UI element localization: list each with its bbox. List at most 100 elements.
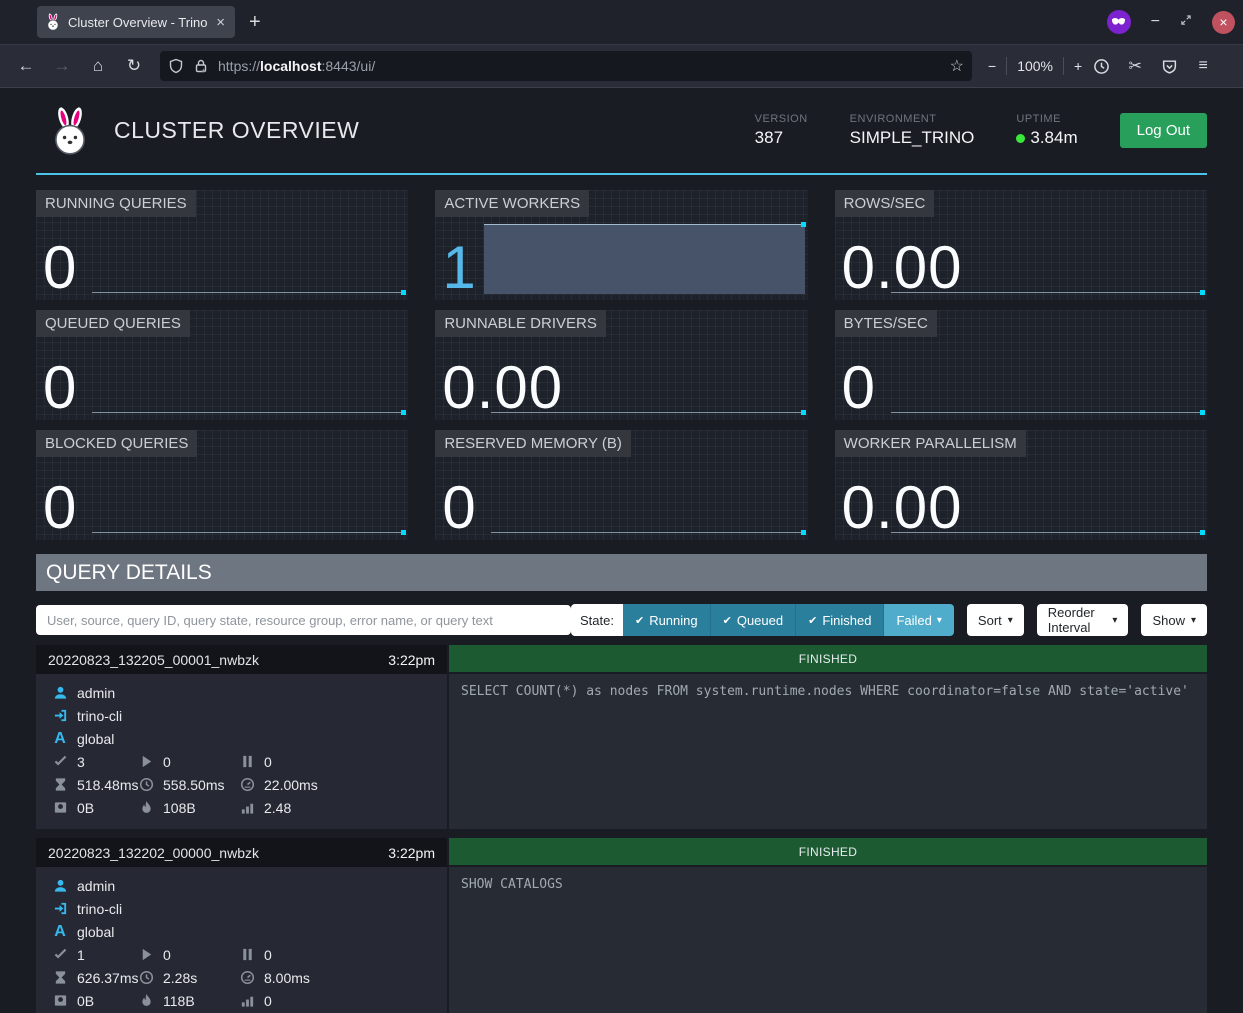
forward-icon[interactable]: → <box>46 51 78 81</box>
stat-value: 0 <box>842 358 876 418</box>
query-meta: admin trino-cli Aglobal 1 0 0 626.37ms 2… <box>36 867 447 1013</box>
version-block: VERSION 387 <box>755 113 808 148</box>
chevron-down-icon: ▾ <box>1191 615 1196 626</box>
user-icon <box>52 878 68 894</box>
cpu-time-icon <box>239 970 255 986</box>
queued-splits: 0 <box>264 754 272 770</box>
user-icon <box>52 685 68 701</box>
check-icon: ✔ <box>808 614 817 627</box>
sparkline <box>891 292 1205 293</box>
new-tab-button[interactable]: + <box>249 11 261 34</box>
elapsed-time-icon <box>138 970 154 986</box>
query-id-link[interactable]: 20220823_132205_00001_nwbzk <box>48 652 259 668</box>
private-browsing-icon <box>1107 10 1131 34</box>
check-icon: ✔ <box>723 614 732 627</box>
cpu-time-icon <box>239 777 255 793</box>
tab-title: Cluster Overview - Trino <box>68 15 207 30</box>
zoom-in-button[interactable]: + <box>1074 58 1082 74</box>
query-resource-group: global <box>77 731 114 747</box>
wall-time-icon <box>52 970 68 986</box>
query-sql-text: SELECT COUNT(*) as nodes FROM system.run… <box>449 674 1207 829</box>
url-bar[interactable]: https://localhost:8443/ui/ ☆ <box>160 51 972 81</box>
pocket-shield-icon[interactable] <box>1154 51 1184 81</box>
tab-close-icon[interactable]: × <box>214 14 227 31</box>
stat-value: 0.00 <box>442 358 563 418</box>
running-splits: 0 <box>163 947 171 963</box>
query-row: 20220823_132202_00000_nwbzk 3:22pm admin… <box>36 838 1207 1013</box>
shield-icon[interactable] <box>168 58 184 74</box>
current-memory-icon <box>52 800 68 816</box>
stat-label: BYTES/SEC <box>835 310 937 337</box>
stat-card-worker-parallelism: WORKER PARALLELISM 0.00 <box>835 430 1207 540</box>
home-icon[interactable]: ⌂ <box>82 51 114 81</box>
trino-ui-page: CLUSTER OVERVIEW VERSION 387 ENVIRONMENT… <box>0 88 1243 1013</box>
bookmark-star-icon[interactable]: ☆ <box>950 56 964 76</box>
reload-icon[interactable]: ↻ <box>118 51 150 81</box>
query-status-bar: FINISHED <box>449 645 1207 672</box>
zoom-level[interactable]: 100% <box>1017 58 1053 74</box>
close-button[interactable]: × <box>1212 11 1235 34</box>
stat-card-queued-queries: QUEUED QUERIES 0 <box>36 310 408 420</box>
stat-card-rows-sec: ROWS/SEC 0.00 <box>835 190 1207 300</box>
queued-splits-icon <box>239 947 255 963</box>
completed-splits: 1 <box>77 947 85 963</box>
sparkline <box>92 532 405 533</box>
stat-card-running-queries: RUNNING QUERIES 0 <box>36 190 408 300</box>
completed-splits-icon <box>52 754 68 770</box>
peak-memory-icon <box>138 993 154 1009</box>
browser-toolbar: ← → ⌂ ↻ https://localhost:8443/ui/ ☆ − 1… <box>0 44 1243 88</box>
stat-label: RUNNING QUERIES <box>36 190 196 217</box>
query-meta: admin trino-cli Aglobal 3 0 0 518.48ms 5… <box>36 674 447 829</box>
peak-memory-icon <box>138 800 154 816</box>
stat-label: ACTIVE WORKERS <box>435 190 589 217</box>
sort-dropdown[interactable]: Sort▾ <box>967 604 1024 636</box>
show-dropdown[interactable]: Show▾ <box>1141 604 1207 636</box>
query-filter-toolbar: State: ✔Running ✔Queued ✔Finished Failed… <box>36 604 1207 636</box>
logout-button[interactable]: Log Out <box>1120 113 1207 148</box>
menu-icon[interactable]: ≡ <box>1188 51 1218 81</box>
state-filter-finished[interactable]: ✔Finished <box>796 604 884 636</box>
history-clock-icon[interactable] <box>1086 51 1116 81</box>
screenshot-icon[interactable]: ✂ <box>1120 51 1150 81</box>
lock-warning-icon[interactable] <box>193 58 209 74</box>
trino-logo[interactable] <box>48 106 92 156</box>
query-search-input[interactable] <box>36 605 571 635</box>
source-icon <box>52 708 68 724</box>
stat-card-reserved-memory: RESERVED MEMORY (B) 0 <box>435 430 807 540</box>
completed-splits-icon <box>52 947 68 963</box>
state-label: State: <box>571 604 623 636</box>
queued-splits-icon <box>239 754 255 770</box>
resource-group-icon: A <box>52 731 68 747</box>
reorder-interval-dropdown[interactable]: Reorder Interval▾ <box>1037 604 1129 636</box>
chevron-down-icon: ▾ <box>1112 615 1117 626</box>
state-filter-running[interactable]: ✔Running <box>623 604 711 636</box>
environment-block: ENVIRONMENT SIMPLE_TRINO <box>850 113 975 148</box>
stat-card-runnable-drivers: RUNNABLE DRIVERS 0.00 <box>435 310 807 420</box>
browser-window: Cluster Overview - Trino × + − × ← → ⌂ ↻… <box>0 0 1243 1013</box>
peak-memory: 108B <box>163 800 196 816</box>
zoom-out-button[interactable]: − <box>988 58 996 74</box>
uptime-status-dot <box>1016 134 1025 143</box>
sparkline-filled <box>484 224 805 294</box>
check-icon: ✔ <box>635 614 644 627</box>
browser-tab[interactable]: Cluster Overview - Trino × <box>37 6 235 38</box>
current-memory-icon <box>52 993 68 1009</box>
back-icon[interactable]: ← <box>10 51 42 81</box>
minimize-button[interactable]: − <box>1151 13 1160 31</box>
cpu-time: 22.00ms <box>264 777 318 793</box>
stat-label: RUNNABLE DRIVERS <box>435 310 606 337</box>
state-filter-queued[interactable]: ✔Queued <box>711 604 796 636</box>
query-source: trino-cli <box>77 901 122 917</box>
sparkline <box>92 292 405 293</box>
query-details-header: QUERY DETAILS <box>36 554 1207 591</box>
restore-button[interactable] <box>1180 13 1192 31</box>
cumulative-memory: 2.48 <box>264 800 291 816</box>
query-id-link[interactable]: 20220823_132202_00000_nwbzk <box>48 845 259 861</box>
current-memory: 0B <box>77 800 94 816</box>
state-filter-failed-dropdown[interactable]: Failed▾ <box>884 604 953 636</box>
chevron-down-icon: ▾ <box>1008 615 1013 626</box>
stat-card-bytes-sec: BYTES/SEC 0 <box>835 310 1207 420</box>
stat-value: 0.00 <box>842 478 963 538</box>
stat-value: 0.00 <box>842 238 963 298</box>
query-source: trino-cli <box>77 708 122 724</box>
